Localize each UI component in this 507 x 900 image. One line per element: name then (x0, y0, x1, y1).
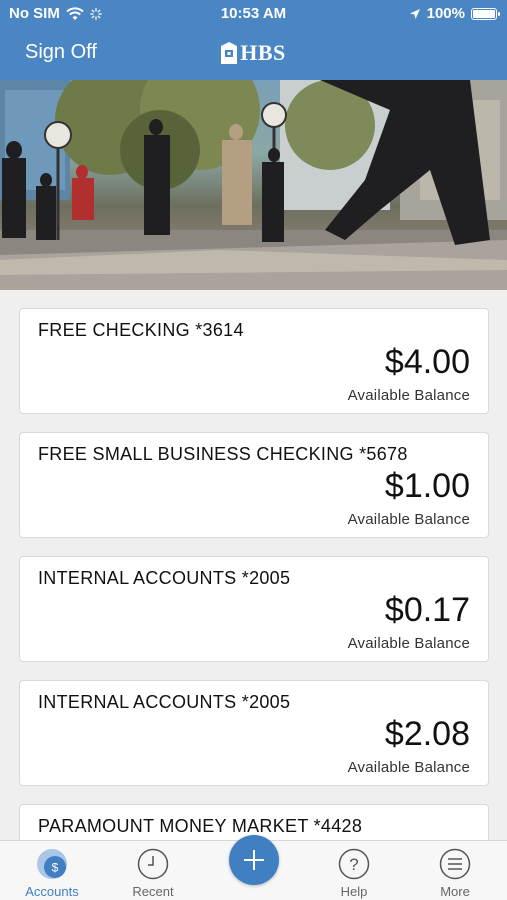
account-balance: $4.00 (384, 343, 470, 381)
tab-help-label: Help (340, 884, 368, 899)
tab-accounts[interactable]: $ Accounts (12, 841, 92, 900)
account-card[interactable]: FREE SMALL BUSINESS CHECKING *5678 $1.00… (19, 432, 489, 538)
tab-more-label: More (440, 884, 470, 899)
accounts-list: FREE CHECKING *3614 $4.00 Available Bala… (0, 290, 507, 840)
plus-icon (244, 850, 264, 870)
tab-more[interactable]: More (415, 841, 495, 900)
account-card[interactable]: INTERNAL ACCOUNTS *2005 $2.08 Available … (19, 680, 489, 786)
menu-icon (439, 848, 471, 880)
help-icon: ? (338, 848, 370, 880)
account-card[interactable]: FREE CHECKING *3614 $4.00 Available Bala… (19, 308, 489, 414)
add-button[interactable] (229, 835, 279, 885)
account-name: FREE SMALL BUSINESS CHECKING *5678 (38, 444, 408, 464)
location-arrow-icon (409, 8, 420, 19)
tab-recent-label: Recent (132, 884, 174, 899)
svg-text:?: ? (349, 855, 358, 874)
account-name: INTERNAL ACCOUNTS *2005 (38, 568, 291, 588)
svg-text:$: $ (52, 861, 59, 875)
account-card[interactable]: INTERNAL ACCOUNTS *2005 $0.17 Available … (19, 556, 489, 662)
battery-percent: 100% (426, 5, 465, 22)
balance-label: Available Balance (347, 635, 470, 652)
account-name: INTERNAL ACCOUNTS *2005 (38, 692, 291, 712)
account-balance: $2.08 (384, 715, 470, 753)
account-balance: $0.17 (384, 591, 470, 629)
account-balance: $1.00 (384, 467, 470, 505)
account-name: PARAMOUNT MONEY MARKET *4428 (38, 816, 363, 836)
clock-icon (137, 848, 169, 880)
tab-recent[interactable]: Recent (113, 841, 193, 900)
app-header: No SIM 10:53 AM 100% Sign Off HBS (0, 0, 507, 80)
balance-label: Available Balance (347, 511, 470, 528)
battery-icon (471, 7, 500, 20)
tab-help[interactable]: ? Help (314, 841, 394, 900)
status-bar: No SIM 10:53 AM 100% (0, 0, 507, 28)
account-name: FREE CHECKING *3614 (38, 320, 244, 340)
balance-label: Available Balance (347, 387, 470, 404)
tab-accounts-label: Accounts (25, 884, 79, 899)
hero-image (0, 80, 507, 290)
logo-text: HBS (240, 40, 286, 65)
nav-bar: Sign Off HBS (0, 34, 507, 74)
balance-label: Available Balance (347, 759, 470, 776)
bank-logo: HBS (0, 40, 507, 66)
bank-building-icon (221, 42, 238, 64)
accounts-icon: $ (37, 849, 67, 879)
